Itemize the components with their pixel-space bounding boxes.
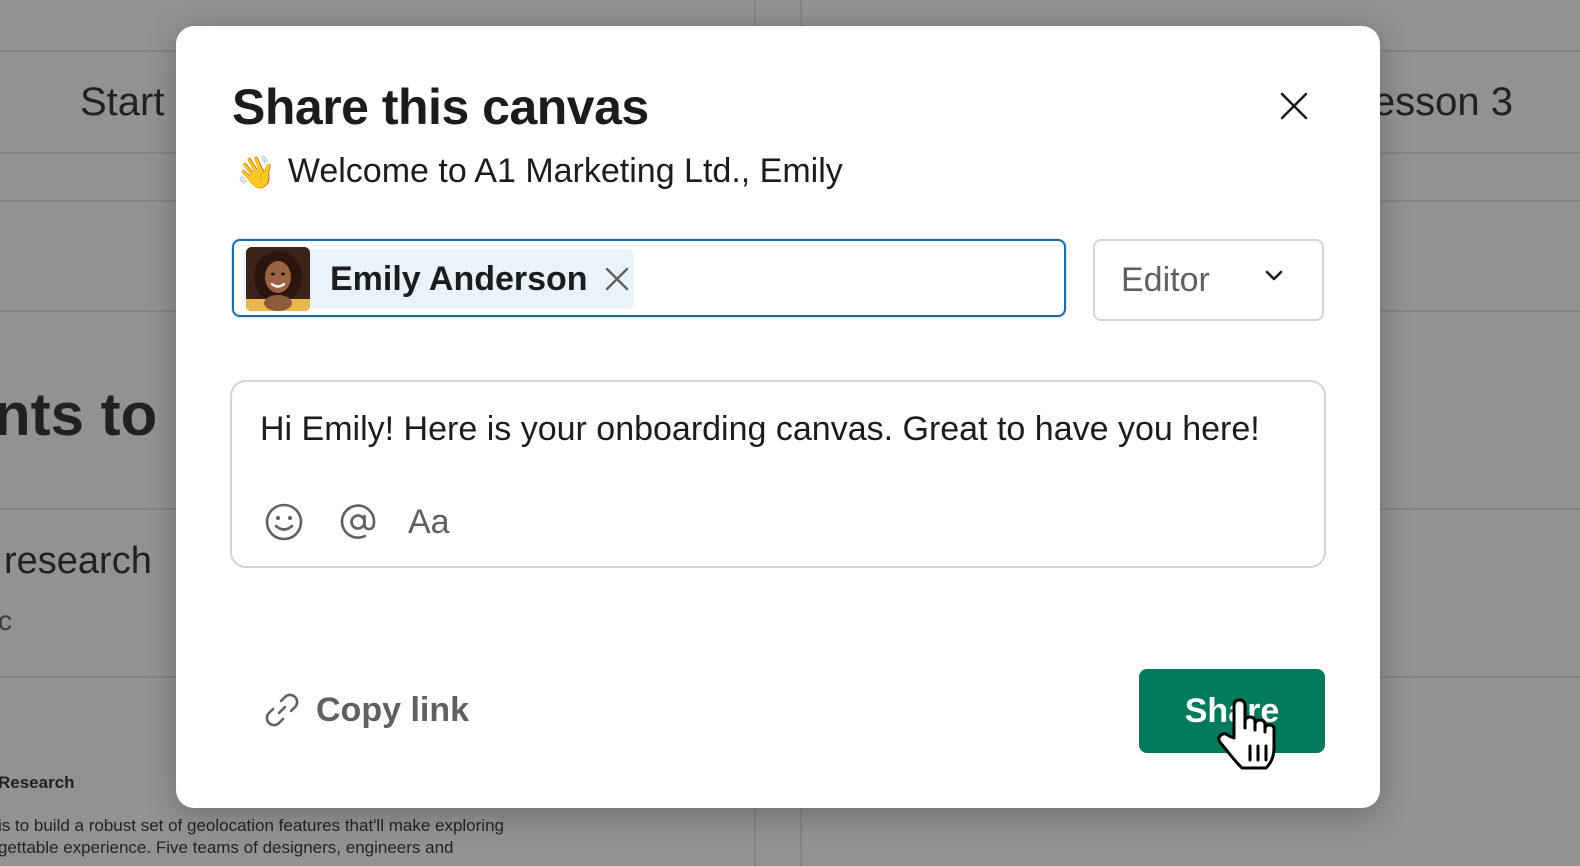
role-select[interactable]: Editor [1093, 239, 1324, 321]
close-button[interactable] [1274, 86, 1314, 126]
share-button[interactable]: Share [1139, 669, 1325, 753]
mention-icon [340, 504, 376, 539]
emoji-button[interactable] [262, 500, 306, 544]
copy-link-label: Copy link [316, 690, 470, 729]
role-selected-value: Editor [1121, 260, 1210, 299]
dialog-title: Share this canvas [232, 79, 649, 135]
chevron-down-icon [1265, 270, 1283, 281]
formatting-button[interactable]: Aa [408, 500, 450, 544]
mention-button[interactable] [336, 500, 380, 544]
emoji-icon [265, 503, 303, 541]
recipient-name: Emily Anderson [330, 259, 588, 298]
waving-hand-icon: 👋 [236, 153, 276, 190]
recipients-input[interactable]: Emily Anderson [232, 239, 1066, 317]
copy-link-button[interactable]: Copy link [262, 690, 469, 730]
message-text[interactable]: Hi Emily! Here is your onboarding canvas… [260, 410, 1260, 449]
subtitle-text: Welcome to A1 Marketing Ltd., Emily [287, 152, 843, 190]
remove-recipient-button[interactable] [602, 264, 632, 294]
dialog-subtitle: 👋 Welcome to A1 Marketing Ltd., Emily [236, 152, 843, 191]
avatar [246, 247, 310, 311]
recipient-chip: Emily Anderson [244, 247, 634, 311]
message-input[interactable]: Hi Emily! Here is your onboarding canvas… [230, 380, 1326, 568]
link-icon [265, 693, 299, 727]
share-dialog: Share this canvas 👋 Welcome to A1 Market… [176, 26, 1380, 808]
close-icon [1280, 92, 1308, 120]
remove-icon [605, 267, 628, 291]
